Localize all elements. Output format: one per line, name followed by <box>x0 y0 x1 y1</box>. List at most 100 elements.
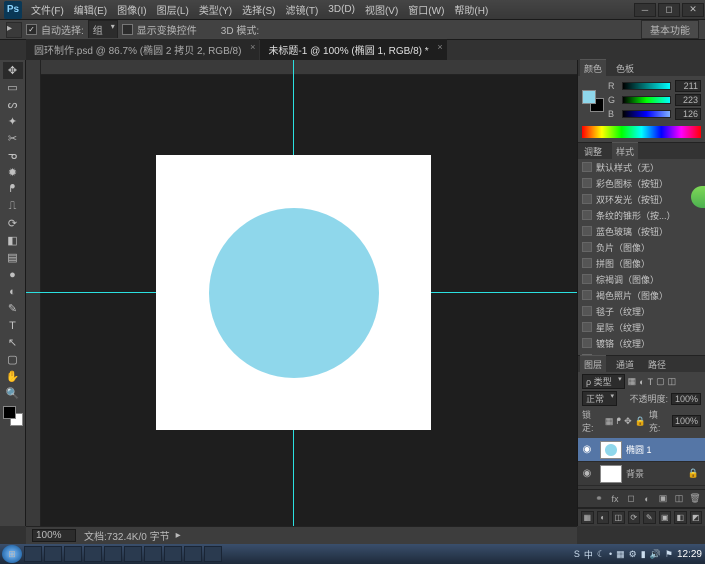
spectrum-picker[interactable] <box>582 126 701 138</box>
tab-paths[interactable]: 路径 <box>644 356 670 373</box>
marquee-tool-icon[interactable]: ▭ <box>3 79 23 96</box>
lasso-tool-icon[interactable]: ᔕ <box>3 96 23 113</box>
layer-name[interactable]: 椭圆 1 <box>626 443 652 456</box>
style-item[interactable]: 蓝色玻璃（按钮） <box>578 223 705 239</box>
filter-shape-icon[interactable]: ▢ <box>656 376 665 387</box>
g-value[interactable]: 223 <box>675 94 701 106</box>
tray-network-icon[interactable]: ▮ <box>640 549 647 560</box>
crop-tool-icon[interactable]: ✂ <box>3 130 23 147</box>
panel-mini-icon[interactable]: ◐ <box>597 511 610 524</box>
visibility-eye-icon[interactable]: ◉ <box>578 444 596 455</box>
eraser-tool-icon[interactable]: ◧ <box>3 232 23 249</box>
clone-stamp-tool-icon[interactable]: ⎍ <box>3 198 23 215</box>
tab-styles[interactable]: 样式 <box>612 142 638 160</box>
tray-lang-icon[interactable]: 中 <box>583 548 594 561</box>
window-minimize-button[interactable]: ─ <box>634 3 656 17</box>
menu-select[interactable]: 选择(S) <box>237 2 280 17</box>
taskbar-item[interactable] <box>144 546 162 562</box>
style-item[interactable]: 毯子（纹理） <box>578 303 705 319</box>
panel-mini-icon[interactable]: ✎ <box>643 511 656 524</box>
document-tab[interactable]: 未标题-1 @ 100% (椭圆 1, RGB/8) * <box>260 38 446 60</box>
tab-channels[interactable]: 通道 <box>612 356 638 373</box>
taskbar-item[interactable] <box>164 546 182 562</box>
gradient-tool-icon[interactable]: ▤ <box>3 249 23 266</box>
layer-row[interactable]: ◉ 椭圆 1 <box>578 438 705 462</box>
fill-value[interactable]: 100% <box>672 415 701 427</box>
pen-tool-icon[interactable]: ✎ <box>3 300 23 317</box>
document-canvas[interactable] <box>156 155 431 430</box>
layer-style-icon[interactable]: fx <box>609 494 621 504</box>
tab-color[interactable]: 颜色 <box>580 59 606 77</box>
visibility-eye-icon[interactable]: ◉ <box>578 468 596 479</box>
style-item[interactable]: 彩色图标（按钮） <box>578 175 705 191</box>
canvas-area[interactable] <box>26 60 577 526</box>
layer-mask-icon[interactable]: ◻ <box>625 493 637 504</box>
color-swatch[interactable] <box>3 406 23 426</box>
zoom-field[interactable]: 100% <box>32 529 76 542</box>
taskbar-item[interactable] <box>84 546 102 562</box>
menu-view[interactable]: 视图(V) <box>360 2 403 17</box>
b-value[interactable]: 126 <box>675 108 701 120</box>
window-restore-button[interactable]: ◻ <box>658 3 680 17</box>
shape-tool-icon[interactable]: ▢ <box>3 351 23 368</box>
taskbar-item[interactable] <box>64 546 82 562</box>
new-layer-icon[interactable]: ◫ <box>673 493 685 504</box>
style-item[interactable]: 默认样式（无） <box>578 159 705 175</box>
style-item[interactable]: 拼图（图像） <box>578 255 705 271</box>
layer-name[interactable]: 背景 <box>626 467 644 480</box>
taskbar-item[interactable] <box>124 546 142 562</box>
menu-edit[interactable]: 编辑(E) <box>69 2 112 17</box>
new-adjustment-icon[interactable]: ◐ <box>641 494 653 504</box>
panel-mini-icon[interactable]: ▦ <box>581 511 594 524</box>
dodge-tool-icon[interactable]: ◐ <box>3 283 23 300</box>
tab-adjustments[interactable]: 调整 <box>580 143 606 160</box>
b-slider[interactable] <box>622 110 671 118</box>
lock-position-icon[interactable]: ✥ <box>624 416 632 427</box>
filter-pixel-icon[interactable]: ▦ <box>628 376 637 387</box>
move-tool-icon[interactable]: ✥ <box>3 62 23 79</box>
style-item[interactable]: 褐色照片（图像） <box>578 287 705 303</box>
r-value[interactable]: 211 <box>675 80 701 92</box>
healing-brush-tool-icon[interactable]: ✹ <box>3 164 23 181</box>
lock-pixels-icon[interactable]: ᖰ <box>616 416 621 427</box>
taskbar-item[interactable] <box>184 546 202 562</box>
doc-info-arrow-icon[interactable]: ▸ <box>176 530 181 541</box>
lock-all-icon[interactable]: 🔒 <box>635 416 646 427</box>
layer-thumbnail-icon[interactable] <box>600 465 622 483</box>
auto-select-dropdown[interactable]: 组 <box>88 20 118 39</box>
menu-file[interactable]: 文件(F) <box>26 2 69 17</box>
system-tray[interactable]: S 中 ☾ • ▦ ⚙ ▮ 🔊 ⚑ 12:29 <box>573 548 703 561</box>
opacity-value[interactable]: 100% <box>671 393 701 405</box>
panel-mini-icon[interactable]: ▣ <box>659 511 672 524</box>
delete-layer-icon[interactable]: 🗑 <box>689 493 701 504</box>
menu-image[interactable]: 图像(I) <box>112 2 151 17</box>
g-slider[interactable] <box>622 96 671 104</box>
history-brush-tool-icon[interactable]: ⟳ <box>3 215 23 232</box>
hand-tool-icon[interactable]: ✋ <box>3 368 23 385</box>
start-button[interactable]: ⊞ <box>2 545 22 563</box>
window-close-button[interactable]: ✕ <box>682 3 704 17</box>
menu-window[interactable]: 窗口(W) <box>403 2 449 17</box>
style-item[interactable]: 星际（纹理） <box>578 319 705 335</box>
tray-flag-icon[interactable]: ⚑ <box>664 549 674 560</box>
menu-help[interactable]: 帮助(H) <box>449 2 493 17</box>
taskbar-clock[interactable]: 12:29 <box>676 549 703 560</box>
menu-layer[interactable]: 图层(L) <box>152 2 194 17</box>
filter-smart-icon[interactable]: ◫ <box>668 376 677 387</box>
tray-icon[interactable]: ▦ <box>615 549 626 560</box>
workspace-switcher-button[interactable]: 基本功能 <box>641 20 699 39</box>
tab-swatches[interactable]: 色板 <box>612 60 638 77</box>
link-layers-icon[interactable]: ⚭ <box>593 493 605 504</box>
panel-mini-icon[interactable]: ⟳ <box>628 511 641 524</box>
blend-mode-dropdown[interactable]: 正常 <box>582 391 617 406</box>
horizontal-ruler[interactable] <box>41 60 577 75</box>
taskbar-item[interactable] <box>24 546 42 562</box>
ellipse-shape[interactable] <box>209 208 379 378</box>
style-item[interactable]: 棕褐调（图像） <box>578 271 705 287</box>
layer-kind-filter[interactable]: ρ 类型 <box>582 374 625 389</box>
tray-volume-icon[interactable]: 🔊 <box>649 549 662 560</box>
panel-mini-icon[interactable]: ◫ <box>612 511 625 524</box>
layer-thumbnail-icon[interactable] <box>600 441 622 459</box>
taskbar-item[interactable] <box>44 546 62 562</box>
taskbar-item[interactable] <box>104 546 122 562</box>
